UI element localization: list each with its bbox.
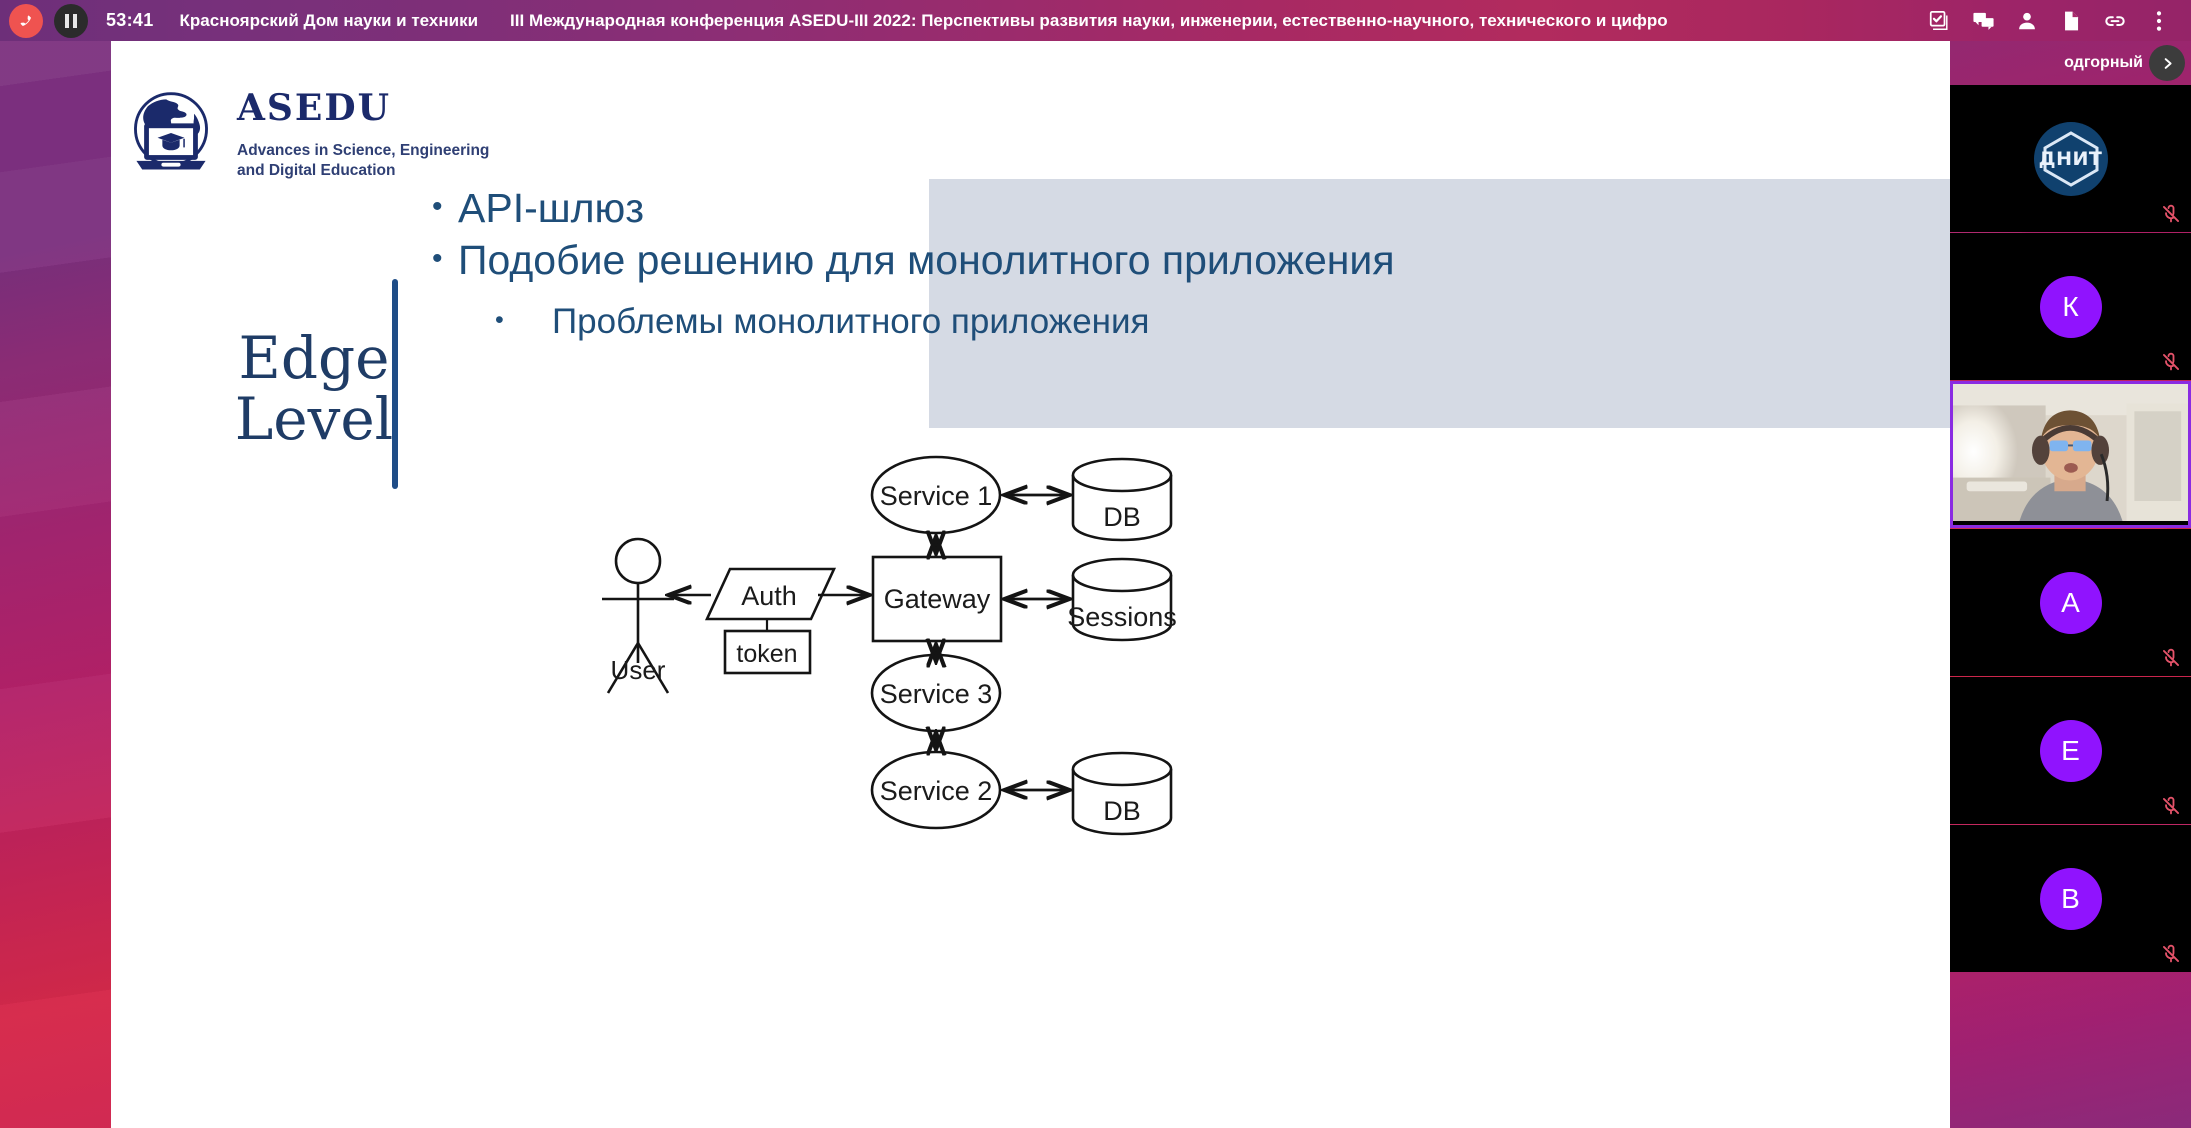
architecture-diagram: User Auth token Gateway Service 1 Servic… — [111, 431, 1950, 1128]
mic-off-icon — [2163, 648, 2179, 667]
diagram-label-token: token — [736, 640, 797, 668]
participant-tile-k[interactable]: К — [1950, 233, 2191, 380]
call-timer: 53:41 — [106, 10, 154, 30]
participant-tile-dnit[interactable]: ДНИТ — [1950, 85, 2191, 232]
asedu-tagline-line1: Advances in Science, Engineering — [237, 141, 490, 159]
active-speaker-name: одгорный — [2064, 54, 2143, 71]
diagram-label-gateway: Gateway — [884, 584, 991, 614]
asedu-wordmark: ASEDU — [237, 86, 391, 129]
avatar: К — [2039, 275, 2102, 338]
bullet-text: Подобие решению для монолитного приложен… — [458, 237, 1395, 284]
participants-icon[interactable] — [2005, 0, 2049, 41]
filmstrip-header: одгорный — [1950, 41, 2191, 85]
dnit-logo-text: ДНИТ — [2038, 147, 2103, 170]
avatar: A — [2039, 571, 2102, 634]
bullet-marker: • — [432, 242, 443, 276]
participant-tile-webcam[interactable] — [1950, 381, 2191, 528]
organizer-name: Красноярский Дом науки и техники — [179, 10, 479, 30]
bullet-item: • API-шлюз — [432, 185, 1950, 231]
conference-app: 53:41 Красноярский Дом науки и техники I… — [0, 0, 2191, 1128]
dnit-logo: ДНИТ — [2033, 121, 2108, 196]
link-icon[interactable] — [2093, 0, 2137, 41]
document-icon[interactable] — [2049, 0, 2093, 41]
diagram-label-user: User — [611, 655, 666, 685]
poll-icon[interactable] — [1917, 0, 1961, 41]
asedu-logo: ASEDU Advances in Science, Engineering a… — [123, 85, 489, 181]
diagram-label-auth: Auth — [741, 581, 797, 611]
participant-tile-b[interactable]: B — [1950, 825, 2191, 972]
avatar: B — [2039, 867, 2102, 930]
toolbar-actions — [1917, 0, 2191, 41]
mic-off-icon — [2163, 352, 2179, 371]
shared-screen-slide[interactable]: ASEDU Advances in Science, Engineering a… — [111, 41, 1950, 1128]
mic-off-icon — [2163, 796, 2179, 815]
participant-tile-e[interactable]: E — [1950, 677, 2191, 824]
chat-icon[interactable] — [1961, 0, 2005, 41]
bullet-item: • Подобие решению для монолитного прилож… — [432, 237, 1950, 284]
bullet-item: • Проблемы монолитного приложения — [495, 303, 1950, 341]
bullet-text: Проблемы монолитного приложения — [552, 301, 1150, 341]
bullet-text: API-шлюз — [458, 185, 645, 231]
asedu-tagline-line2: and Digital Education — [237, 161, 396, 179]
bullet-marker: • — [432, 190, 443, 223]
phone-hangup-icon — [20, 15, 32, 26]
webcam-video — [1953, 384, 2188, 522]
participant-filmstrip: одгорный ДНИТ К A E B — [1950, 41, 2191, 1128]
participant-tile-a[interactable]: A — [1950, 529, 2191, 676]
hangup-button[interactable] — [9, 3, 43, 38]
bullet-marker: • — [495, 305, 504, 334]
globe-laptop-graduation-cap-icon — [134, 92, 208, 170]
avatar: E — [2039, 719, 2102, 782]
diagram-label-db1: DB — [1103, 502, 1141, 532]
diagram-label-service3: Service 3 — [880, 679, 993, 709]
asedu-tagline: Advances in Science, Engineering and Dig… — [237, 141, 489, 181]
pause-button[interactable] — [54, 3, 88, 38]
meeting-title: III Международная конференция ASEDU-III … — [510, 10, 1668, 30]
next-participants-button[interactable] — [2149, 45, 2185, 81]
diagram-label-sessions: Sessions — [1067, 602, 1177, 632]
meeting-toolbar: 53:41 Красноярский Дом науки и техники I… — [0, 0, 2191, 41]
asedu-logo-text: ASEDU Advances in Science, Engineering a… — [237, 86, 489, 181]
mic-off-icon — [2163, 204, 2179, 223]
diagram-label-db2: DB — [1103, 796, 1141, 826]
diagram-label-service2: Service 2 — [880, 776, 993, 806]
mic-off-icon — [2163, 944, 2179, 963]
slide-bullet-list: • API-шлюз • Подобие решению для монолит… — [432, 185, 1950, 341]
more-icon[interactable] — [2137, 0, 2181, 41]
pause-icon — [65, 13, 77, 28]
chevron-right-icon — [2164, 57, 2172, 69]
diagram-label-service1: Service 1 — [880, 481, 993, 511]
